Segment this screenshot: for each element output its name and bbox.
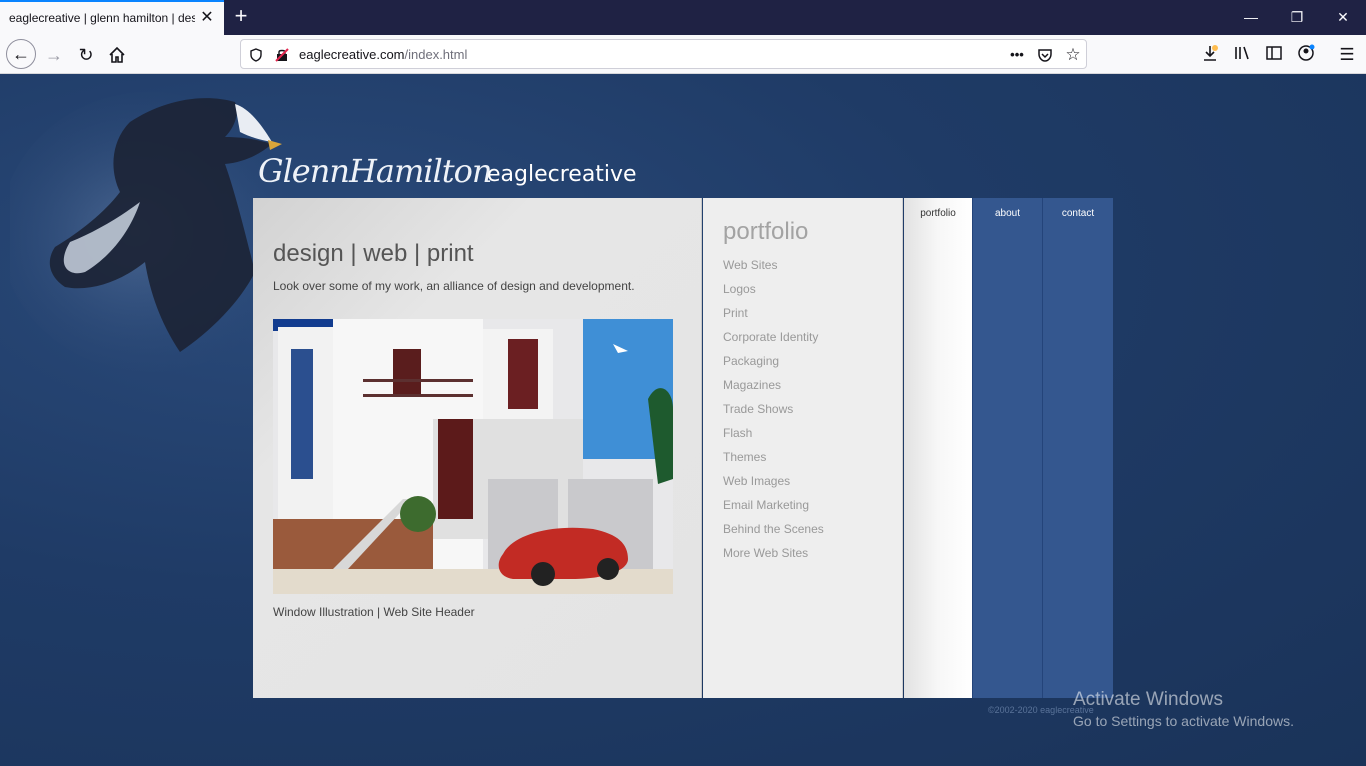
- tab-about-label: about: [994, 208, 1021, 219]
- close-tab-icon[interactable]: ✕: [199, 10, 215, 26]
- featured-illustration[interactable]: [273, 319, 673, 594]
- menu-icon[interactable]: ☰: [1336, 44, 1358, 66]
- browser-tab-bar: eaglecreative | glenn hamilton | design …: [0, 0, 1366, 35]
- page-actions-icon[interactable]: •••: [1008, 46, 1026, 64]
- browser-tab[interactable]: eaglecreative | glenn hamilton | design …: [0, 0, 224, 35]
- library-icon[interactable]: [1231, 44, 1253, 66]
- activation-title: Activate Windows: [1073, 689, 1223, 710]
- sidebar-item-magazines[interactable]: Magazines: [723, 378, 824, 402]
- sidebar-title: portfolio: [723, 218, 809, 245]
- tab-contact[interactable]: contact: [1042, 198, 1113, 698]
- tab-contact-label: contact: [1061, 208, 1095, 219]
- back-arrow-icon[interactable]: ←: [6, 39, 36, 69]
- web-page: GlennHamilton eaglecreative design | web…: [0, 74, 1366, 766]
- reload-icon[interactable]: ↻: [72, 41, 100, 69]
- downloads-icon[interactable]: [1199, 44, 1221, 66]
- sidebar-item-logos[interactable]: Logos: [723, 282, 824, 306]
- tab-about[interactable]: about: [972, 198, 1042, 698]
- page-title: design | web | print: [273, 240, 474, 267]
- signature: GlennHamilton: [258, 152, 492, 190]
- pocket-icon[interactable]: [1036, 46, 1054, 64]
- activation-subtitle: Go to Settings to activate Windows.: [1073, 713, 1294, 729]
- portfolio-sidebar: portfolio Web Sites Logos Print Corporat…: [703, 198, 903, 698]
- new-tab-icon[interactable]: +: [231, 5, 251, 27]
- insecure-lock-icon[interactable]: [273, 46, 291, 64]
- sidebar-item-web-sites[interactable]: Web Sites: [723, 258, 824, 282]
- windows-activation-watermark: Activate Windows Go to Settings to activ…: [1073, 689, 1294, 729]
- browser-navbar: ← → ↻ eaglecreative.com/index.html ••• ☆…: [0, 35, 1366, 74]
- tab-portfolio[interactable]: portfolio: [904, 198, 972, 698]
- sidebar-item-corporate-identity[interactable]: Corporate Identity: [723, 330, 824, 354]
- bookmark-star-icon[interactable]: ☆: [1064, 46, 1082, 64]
- sidebar-item-flash[interactable]: Flash: [723, 426, 824, 450]
- main-content: design | web | print Look over some of m…: [253, 198, 702, 698]
- url-domain: eaglecreative.com: [299, 47, 405, 62]
- portfolio-menu: Web Sites Logos Print Corporate Identity…: [723, 258, 824, 570]
- sidebar-icon[interactable]: [1263, 44, 1285, 66]
- minimize-icon[interactable]: —: [1241, 8, 1261, 26]
- shield-icon[interactable]: [247, 46, 265, 64]
- sidebar-item-behind-the-scenes[interactable]: Behind the Scenes: [723, 522, 824, 546]
- restore-icon[interactable]: ❐: [1287, 8, 1307, 26]
- sidebar-item-print[interactable]: Print: [723, 306, 824, 330]
- sidebar-item-themes[interactable]: Themes: [723, 450, 824, 474]
- account-icon[interactable]: [1295, 44, 1317, 66]
- url-text[interactable]: eaglecreative.com/index.html: [299, 47, 467, 62]
- tab-portfolio-label: portfolio: [920, 208, 956, 219]
- url-path: /index.html: [404, 47, 468, 62]
- home-icon[interactable]: [103, 41, 131, 69]
- illustration-caption: Window Illustration | Web Site Header: [273, 605, 475, 619]
- brand-name[interactable]: eaglecreative: [487, 162, 637, 187]
- forward-arrow-icon[interactable]: →: [40, 41, 68, 69]
- sidebar-item-web-images[interactable]: Web Images: [723, 474, 824, 498]
- content-panel: design | web | print Look over some of m…: [253, 198, 1113, 698]
- sidebar-item-more-web-sites[interactable]: More Web Sites: [723, 546, 824, 570]
- window-close-icon[interactable]: ✕: [1333, 8, 1353, 26]
- tab-title: eaglecreative | glenn hamilton | design: [9, 11, 195, 25]
- url-bar[interactable]: eaglecreative.com/index.html ••• ☆: [240, 39, 1087, 69]
- sidebar-item-packaging[interactable]: Packaging: [723, 354, 824, 378]
- sidebar-item-trade-shows[interactable]: Trade Shows: [723, 402, 824, 426]
- sidebar-item-email-marketing[interactable]: Email Marketing: [723, 498, 824, 522]
- intro-text: Look over some of my work, an alliance o…: [273, 279, 635, 293]
